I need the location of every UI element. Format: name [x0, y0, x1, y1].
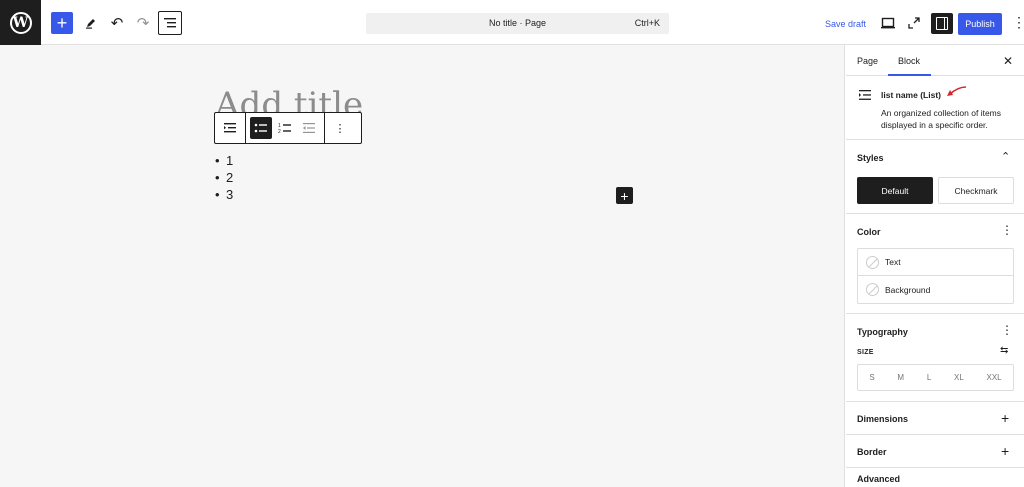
- wordpress-logo-icon: W: [9, 11, 32, 34]
- block-title: list name (List): [881, 90, 941, 100]
- block-inserter-button[interactable]: +: [616, 187, 633, 204]
- plus-icon: +: [620, 187, 629, 204]
- block-switcher-group: [215, 113, 246, 143]
- sidebar-tabs: Page Block ✕: [846, 45, 1024, 76]
- post-title-input[interactable]: Add title: [215, 85, 363, 115]
- color-panel: Color ⋮ Text Background: [846, 214, 1024, 314]
- list-block[interactable]: 1 2 3: [215, 152, 234, 203]
- desktop-icon: [881, 17, 895, 29]
- dimensions-panel-title: Dimensions: [857, 414, 909, 424]
- ordered-list-button[interactable]: 12: [274, 117, 296, 139]
- style-default-button[interactable]: Default: [857, 177, 933, 204]
- block-description: An organized collection of items display…: [881, 108, 1002, 130]
- kebab-menu-icon: ⋮: [1012, 14, 1024, 30]
- typography-panel-title: Typography: [857, 327, 908, 337]
- view-page-button[interactable]: [906, 15, 922, 31]
- chevron-up-icon[interactable]: ⌃: [1001, 150, 1010, 163]
- publish-button[interactable]: Publish: [958, 13, 1002, 35]
- save-draft-button[interactable]: Save draft: [825, 19, 866, 29]
- font-size-picker: S M L XL XXL: [857, 364, 1014, 391]
- document-title: No title · Page: [488, 18, 547, 28]
- settings-sidebar: Page Block ✕ list name (List) An organiz…: [846, 45, 1024, 487]
- dimensions-panel: Dimensions +: [846, 402, 1024, 435]
- command-palette-bar[interactable]: No title · Page Ctrl+K: [366, 13, 669, 34]
- block-options-group: ⋮: [325, 113, 355, 143]
- list-view-icon: [164, 18, 176, 28]
- empty-swatch-icon: [866, 283, 879, 296]
- plus-icon[interactable]: +: [1001, 443, 1009, 459]
- size-option-l[interactable]: L: [927, 373, 931, 382]
- color-panel-title: Color: [857, 227, 881, 237]
- ordered-list-icon: 12: [278, 123, 291, 134]
- sidebar-toggle-icon: [936, 17, 948, 30]
- list-item[interactable]: 3: [215, 186, 234, 203]
- block-options-button[interactable]: ⋮: [329, 117, 351, 139]
- color-options-button[interactable]: ⋮: [1001, 223, 1013, 237]
- wordpress-logo-button[interactable]: W: [0, 0, 41, 45]
- size-option-s[interactable]: S: [869, 373, 874, 382]
- list-format-group: 12: [246, 113, 325, 143]
- editor-canvas[interactable]: Add title 12 ⋮ 1 2 3 +: [0, 45, 845, 487]
- styles-panel: Styles ⌃ Default Checkmark: [846, 140, 1024, 214]
- typography-options-button[interactable]: ⋮: [1001, 323, 1013, 337]
- size-label: SIZE: [857, 349, 874, 356]
- size-option-xl[interactable]: XL: [954, 373, 964, 382]
- styles-panel-toggle[interactable]: Styles: [857, 153, 884, 163]
- text-color-label: Text: [885, 257, 901, 267]
- block-card: list name (List) An organized collection…: [846, 76, 1024, 140]
- background-color-button[interactable]: Background: [858, 276, 1013, 303]
- redo-icon: ↷: [136, 15, 150, 32]
- border-panel: Border +: [846, 435, 1024, 468]
- plus-icon: +: [56, 13, 68, 33]
- empty-swatch-icon: [866, 255, 879, 269]
- text-color-button[interactable]: Text: [858, 249, 1013, 276]
- custom-size-icon[interactable]: ⇆: [1000, 345, 1008, 356]
- list-item[interactable]: 2: [215, 169, 234, 186]
- list-icon: [859, 90, 871, 100]
- outdent-icon: [303, 123, 315, 133]
- add-block-button[interactable]: +: [51, 12, 73, 34]
- command-shortcut: Ctrl+K: [634, 18, 660, 28]
- typography-panel: Typography ⋮ SIZE ⇆ S M L XL XXL: [846, 314, 1024, 402]
- tab-page[interactable]: Page: [857, 56, 878, 66]
- size-option-xxl[interactable]: XXL: [987, 373, 1002, 382]
- document-overview-button[interactable]: [158, 11, 182, 35]
- close-sidebar-button[interactable]: ✕: [1003, 54, 1013, 68]
- border-panel-title: Border: [857, 447, 887, 457]
- tools-button[interactable]: [80, 12, 102, 34]
- advanced-panel: Advanced: [846, 468, 1024, 487]
- advanced-panel-title[interactable]: Advanced: [857, 474, 900, 484]
- color-settings-box: Text Background: [857, 248, 1014, 304]
- external-link-icon: [908, 17, 920, 29]
- block-toolbar: 12 ⋮: [214, 112, 362, 144]
- style-checkmark-button[interactable]: Checkmark: [938, 177, 1014, 204]
- pencil-icon: [86, 19, 95, 29]
- block-type-button[interactable]: [219, 117, 241, 139]
- settings-toggle-button[interactable]: [931, 13, 953, 34]
- preview-button[interactable]: [880, 15, 896, 31]
- unordered-list-button[interactable]: [250, 117, 272, 139]
- top-toolbar: W + ↶ ↷ No title · Page Ctrl+K Save draf…: [0, 0, 1024, 45]
- redo-button[interactable]: ↷: [132, 12, 154, 34]
- close-icon: ✕: [1003, 54, 1014, 68]
- more-options-icon: ⋮: [334, 122, 346, 135]
- background-color-label: Background: [885, 284, 931, 295]
- options-menu-button[interactable]: ⋮: [1012, 14, 1024, 31]
- undo-icon: ↶: [110, 15, 124, 32]
- undo-button[interactable]: ↶: [106, 12, 128, 34]
- tab-block[interactable]: Block: [898, 56, 920, 66]
- plus-icon[interactable]: +: [1001, 410, 1009, 426]
- unordered-list-icon: [254, 123, 267, 133]
- outdent-button[interactable]: [298, 117, 320, 139]
- list-item[interactable]: 1: [215, 152, 234, 169]
- size-option-m[interactable]: M: [897, 373, 904, 382]
- red-arrow-annotation: [947, 86, 967, 96]
- svg-text:2: 2: [278, 129, 281, 134]
- list-icon: [224, 123, 236, 133]
